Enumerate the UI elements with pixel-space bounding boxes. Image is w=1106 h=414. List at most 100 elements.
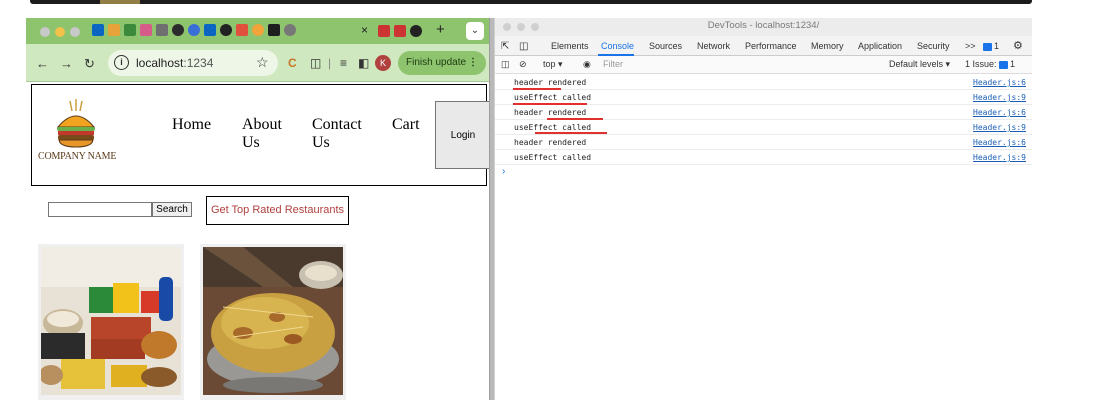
- log-source-link[interactable]: Header.js:9: [973, 93, 1026, 102]
- maximize-window-button[interactable]: [70, 27, 80, 37]
- tab-console[interactable]: Console: [601, 41, 634, 51]
- inspect-element-icon[interactable]: ⇱: [501, 41, 509, 52]
- more-tabs-button[interactable]: >>: [965, 41, 976, 51]
- devtools-tab-bar: ⇱ ◫ Elements Console Sources Network Per…: [495, 36, 1032, 56]
- context-select[interactable]: top ▾: [543, 59, 563, 70]
- settings-gear-icon[interactable]: ⚙: [1013, 39, 1023, 52]
- linkedin-tab-icon[interactable]: [92, 24, 104, 36]
- tab-sources[interactable]: Sources: [649, 41, 682, 51]
- live-expression-eye-icon[interactable]: ◉: [583, 59, 591, 70]
- log-message: useEffect called: [514, 153, 592, 162]
- tab-application[interactable]: Application: [858, 41, 902, 51]
- top-dark-strip: [30, 0, 1032, 4]
- tab-icon[interactable]: [284, 24, 296, 36]
- clear-console-icon[interactable]: ⊘: [519, 59, 527, 70]
- search-input[interactable]: [48, 202, 152, 217]
- github-tab-icon[interactable]: [410, 25, 422, 37]
- log-message: useEffect called: [514, 123, 592, 132]
- finish-update-button[interactable]: Finish update ⋮: [398, 51, 486, 75]
- log-source-link[interactable]: Header.js:9: [973, 153, 1026, 162]
- tab-icon[interactable]: [108, 24, 120, 36]
- console-log-row: useEffect called Header.js:9: [495, 150, 1032, 165]
- address-text: localhost:1234: [136, 56, 213, 70]
- tab-close-icon[interactable]: ×: [361, 23, 368, 37]
- bookmark-star-icon[interactable]: ☆: [256, 54, 269, 71]
- annotation-underline: [535, 132, 607, 134]
- tab-network[interactable]: Network: [697, 41, 730, 51]
- close-window-button[interactable]: [40, 27, 50, 37]
- log-source-link[interactable]: Header.js:6: [973, 78, 1026, 87]
- address-host: localhost: [136, 56, 184, 70]
- login-button[interactable]: Login: [435, 101, 490, 169]
- tab-icon[interactable]: [172, 24, 184, 36]
- message-badge-icon: [999, 60, 1009, 69]
- minimize-window-button[interactable]: [55, 27, 65, 37]
- back-arrow-icon[interactable]: ←: [36, 56, 49, 71]
- issues-badge-count: 1: [994, 41, 1000, 51]
- reading-list-icon[interactable]: ≡: [340, 56, 347, 70]
- linkedin-tab-icon[interactable]: [204, 24, 216, 36]
- log-source-link[interactable]: Header.js:9: [973, 123, 1026, 132]
- new-tab-button[interactable]: +: [436, 21, 445, 38]
- console-toolbar: ◫ ⊘ top ▾ ◉ Filter Default levels ▾ 1 Is…: [495, 56, 1032, 74]
- forward-arrow-icon[interactable]: →: [60, 56, 73, 71]
- log-message: header rendered: [514, 108, 587, 117]
- tab-icon[interactable]: [156, 24, 168, 36]
- sidebar-toggle-icon[interactable]: ◫: [501, 59, 510, 70]
- console-log-row: header rendered Header.js:6: [495, 75, 1032, 90]
- kebab-menu-icon[interactable]: ⋮: [468, 51, 478, 75]
- device-toolbar-icon[interactable]: ◫: [519, 41, 528, 52]
- extension-icon[interactable]: C: [288, 56, 297, 70]
- log-source-link[interactable]: Header.js:6: [973, 108, 1026, 117]
- company-name: COMPANY NAME: [38, 151, 117, 162]
- console-output: header rendered Header.js:6 useEffect ca…: [495, 75, 1032, 165]
- burger-logo-icon: [56, 99, 96, 148]
- side-panel-icon[interactable]: ◧: [358, 56, 369, 70]
- nav-home-link[interactable]: Home: [172, 116, 242, 152]
- profile-avatar[interactable]: K: [375, 55, 391, 71]
- tab-icon[interactable]: [268, 24, 280, 36]
- tab-performance[interactable]: Performance: [745, 41, 797, 51]
- issues-label: 1 Issue:: [965, 59, 997, 69]
- tab-icon[interactable]: [124, 24, 136, 36]
- tab-elements[interactable]: Elements: [551, 41, 589, 51]
- restaurant-card[interactable]: [38, 244, 184, 400]
- tab-memory[interactable]: Memory: [811, 41, 844, 51]
- issues-count: 1: [1010, 59, 1016, 69]
- nav-cart-link[interactable]: Cart: [392, 116, 432, 152]
- toolbar-separator: |: [328, 56, 332, 70]
- top-rated-button[interactable]: Get Top Rated Restaurants: [206, 196, 349, 225]
- reload-icon[interactable]: ↻: [84, 56, 95, 72]
- console-prompt-chevron-icon[interactable]: ›: [502, 166, 505, 177]
- issues-badge[interactable]: 1: [983, 41, 999, 51]
- tab-security[interactable]: Security: [917, 41, 950, 51]
- tab-icon[interactable]: [378, 25, 390, 37]
- nav-contact-link[interactable]: Contact Us: [312, 116, 392, 152]
- console-log-row: useEffect called Header.js:9: [495, 120, 1032, 135]
- filter-input[interactable]: Filter: [603, 59, 623, 69]
- devtools-titlebar: DevTools - localhost:1234/: [495, 18, 1032, 36]
- log-source-link[interactable]: Header.js:6: [973, 138, 1026, 147]
- tab-icon[interactable]: [236, 24, 248, 36]
- tab-icon[interactable]: [188, 24, 200, 36]
- address-bar[interactable]: i localhost:1234 ☆: [108, 50, 278, 76]
- issues-counter[interactable]: 1 Issue: 1: [965, 59, 1015, 69]
- finish-update-label: Finish update: [406, 57, 467, 68]
- log-levels-select[interactable]: Default levels ▾: [889, 59, 950, 70]
- tab-bar: × + ⌄: [26, 18, 490, 44]
- github-tab-icon[interactable]: [220, 24, 232, 36]
- log-message: header rendered: [514, 78, 587, 87]
- tab-icon[interactable]: [252, 24, 264, 36]
- browser-window: × + ⌄ ← → ↻ i localhost:1234 ☆ C ◫ | ≡ ◧…: [26, 18, 490, 400]
- restaurant-card[interactable]: [200, 244, 346, 400]
- gmail-tab-icon[interactable]: [140, 24, 152, 36]
- console-log-row: header rendered Header.js:6: [495, 105, 1032, 120]
- nav-about-link[interactable]: About Us: [242, 116, 312, 152]
- site-info-icon[interactable]: i: [114, 55, 129, 70]
- tab-search-chevron-icon[interactable]: ⌄: [466, 22, 484, 40]
- extensions-puzzle-icon[interactable]: ◫: [310, 56, 321, 70]
- toolbar: ← → ↻ i localhost:1234 ☆ C ◫ | ≡ ◧ K Fin…: [26, 44, 490, 82]
- address-port: :1234: [183, 56, 214, 70]
- search-button[interactable]: Search: [152, 202, 192, 217]
- tab-icon[interactable]: [394, 25, 406, 37]
